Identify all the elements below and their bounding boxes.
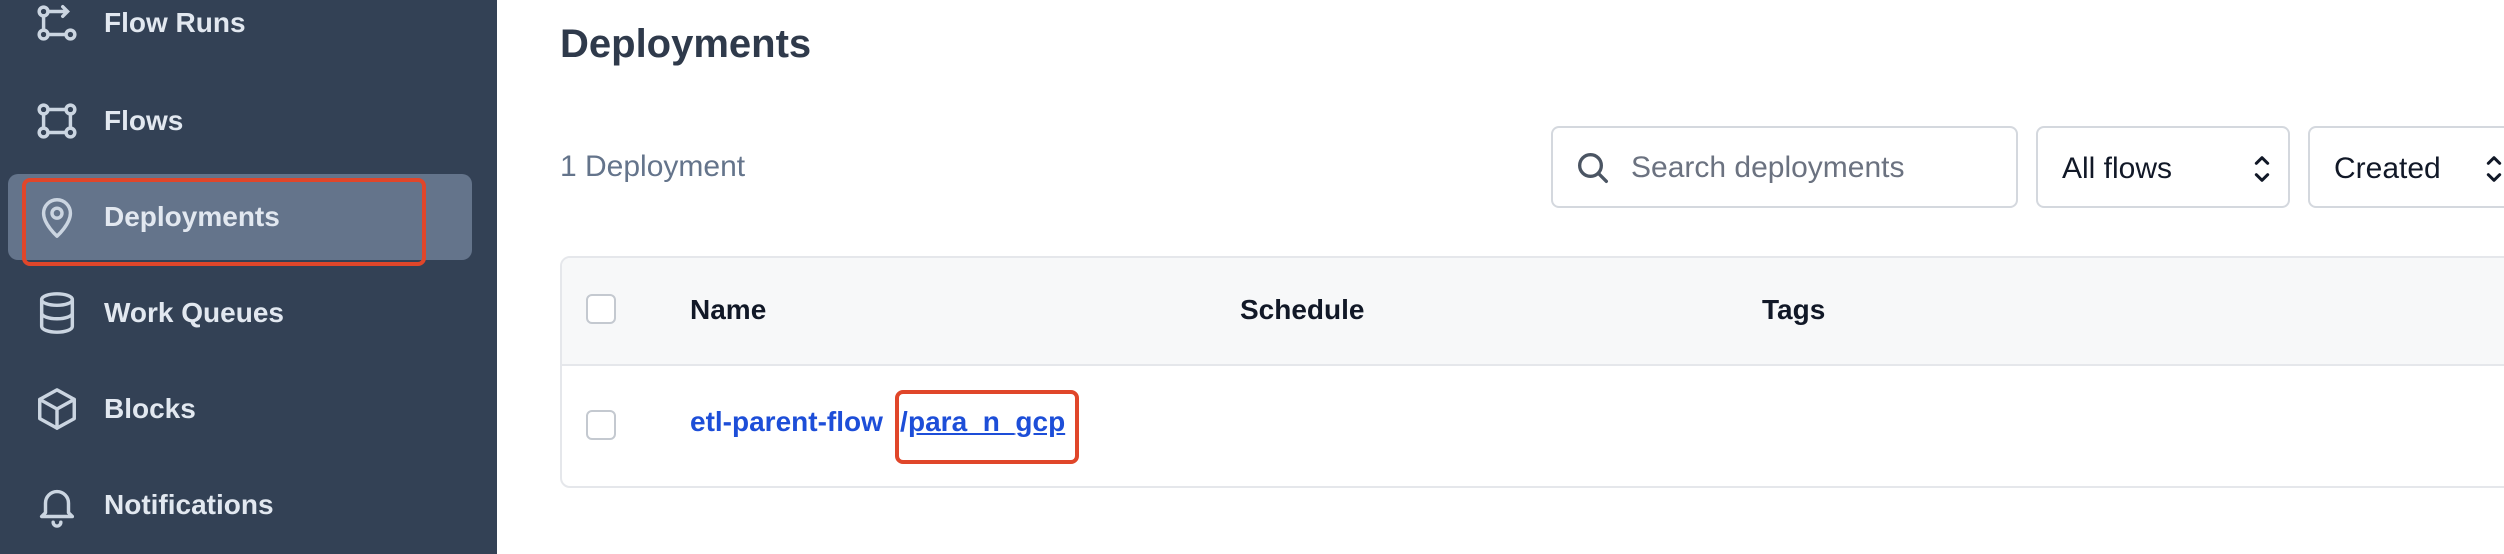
search-icon <box>1573 148 1613 188</box>
sidebar-item-blocks[interactable]: Blocks <box>8 366 472 452</box>
sidebar-item-label: Work Queues <box>104 297 284 328</box>
sort-value: Created <box>2334 152 2441 185</box>
deployments-table: Name Schedule Tags etl-parent-flow / par… <box>560 256 2504 488</box>
flow-name-link[interactable]: etl-parent-flow <box>690 406 883 438</box>
select-all-checkbox[interactable] <box>586 294 616 324</box>
sort-select[interactable]: Created <box>2308 126 2504 208</box>
sidebar-item-label: Flows <box>104 105 184 136</box>
highlight-annotation-deployment-link <box>895 390 1079 464</box>
bell-icon <box>34 482 80 528</box>
chevron-up-down-icon <box>2252 152 2272 186</box>
cube-icon <box>34 386 80 432</box>
sidebar-item-work-queues[interactable]: Work Queues <box>8 270 472 356</box>
flow-filter-select[interactable]: All flows <box>2036 126 2290 208</box>
database-icon <box>34 290 80 336</box>
column-header-schedule[interactable]: Schedule <box>1240 294 1364 326</box>
row-checkbox[interactable] <box>586 410 616 440</box>
deployment-count: 1 Deployment <box>560 150 746 183</box>
column-header-tags[interactable]: Tags <box>1762 294 1825 326</box>
search-box[interactable] <box>1551 126 2018 208</box>
search-input[interactable] <box>1629 142 2003 194</box>
sidebar-item-label: Flow Runs <box>104 7 246 38</box>
sidebar: Flow Runs Flows Deployments Work Queues … <box>0 0 497 554</box>
chevron-up-down-icon <box>2484 152 2504 186</box>
sidebar-item-flow-runs[interactable]: Flow Runs <box>8 0 472 66</box>
sidebar-item-flows[interactable]: Flows <box>8 78 472 164</box>
flow-runs-icon <box>34 0 80 46</box>
sidebar-item-label: Notifications <box>104 489 274 520</box>
sidebar-item-notifications[interactable]: Notifications <box>8 462 472 548</box>
flows-icon <box>34 98 80 144</box>
highlight-annotation-deployments <box>22 178 426 266</box>
table-row: etl-parent-flow / para_n_gcp <box>562 366 2504 486</box>
page-title: Deployments <box>560 22 812 66</box>
column-header-name[interactable]: Name <box>690 294 766 326</box>
table-header: Name Schedule Tags <box>562 258 2504 366</box>
sidebar-item-label: Blocks <box>104 393 196 424</box>
flow-filter-value: All flows <box>2062 152 2173 185</box>
